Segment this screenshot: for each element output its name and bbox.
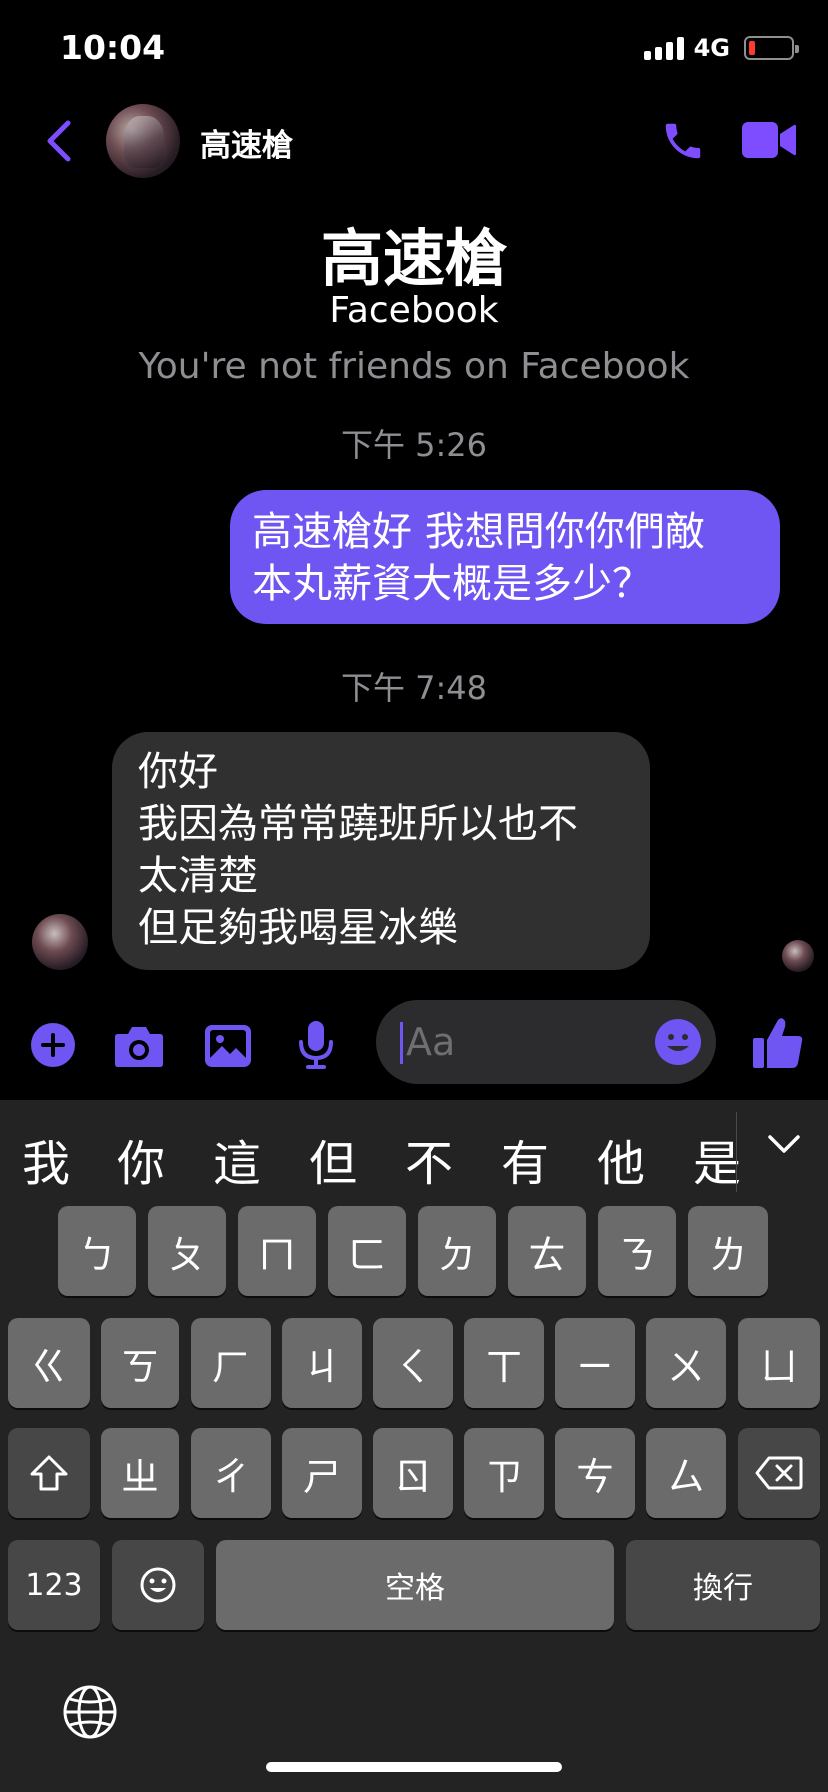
key[interactable]: ㄘ bbox=[555, 1428, 635, 1518]
image-icon[interactable] bbox=[204, 1024, 252, 1068]
candidate-word[interactable]: 我 bbox=[22, 1124, 70, 1194]
profile-name: 高速槍 bbox=[320, 222, 507, 295]
key[interactable]: ㄇ bbox=[238, 1206, 316, 1296]
key[interactable]: ㄗ bbox=[464, 1428, 544, 1518]
video-camera-icon[interactable] bbox=[742, 120, 796, 160]
avatar[interactable] bbox=[106, 104, 180, 178]
key[interactable]: ㄋ bbox=[598, 1206, 676, 1296]
candidate-word[interactable]: 你 bbox=[117, 1124, 165, 1194]
phone-icon[interactable] bbox=[660, 116, 706, 166]
key[interactable]: ㄌ bbox=[688, 1206, 768, 1296]
message-input-field[interactable] bbox=[376, 1000, 716, 1084]
incoming-message-bubble[interactable]: 你好 我因為常常蹺班所以也不 太清楚 但足夠我喝星冰樂 bbox=[112, 732, 650, 970]
message-composer bbox=[0, 996, 828, 1096]
sender-avatar[interactable] bbox=[32, 914, 88, 970]
shift-key[interactable] bbox=[8, 1428, 90, 1518]
emoji-keyboard-key[interactable] bbox=[112, 1540, 204, 1630]
message-line: 本丸薪資大概是多少？ bbox=[252, 561, 652, 607]
candidate-bar: 我 你 這 但 不 有 他 是 bbox=[0, 1100, 828, 1200]
message-line: 但足夠我喝星冰樂 bbox=[138, 905, 458, 951]
text-caret bbox=[400, 1022, 403, 1064]
conversation-header: 高速槍 bbox=[0, 96, 828, 186]
chevron-left-icon[interactable] bbox=[40, 118, 80, 164]
contact-name[interactable]: 高速槍 bbox=[200, 120, 293, 165]
key[interactable]: ㄊ bbox=[508, 1206, 586, 1296]
key[interactable]: ㄎ bbox=[101, 1318, 179, 1408]
candidate-word[interactable]: 他 bbox=[597, 1124, 645, 1194]
message-timestamp: 下午 5:26 bbox=[340, 426, 488, 464]
key[interactable]: ㄍ bbox=[8, 1318, 90, 1408]
candidate-divider bbox=[736, 1112, 737, 1192]
profile-platform: Facebook bbox=[329, 290, 499, 331]
battery-level bbox=[749, 41, 755, 55]
plus-icon[interactable] bbox=[30, 1022, 76, 1068]
key[interactable]: ㄩ bbox=[738, 1318, 820, 1408]
battery-icon bbox=[744, 36, 799, 60]
message-input[interactable] bbox=[406, 1014, 646, 1070]
status-bar: 10:04 4G bbox=[0, 0, 828, 96]
key[interactable]: ㄈ bbox=[328, 1206, 406, 1296]
signal-icon bbox=[643, 36, 684, 60]
key[interactable]: ㄕ bbox=[282, 1428, 362, 1518]
space-key[interactable]: 空格 bbox=[216, 1540, 614, 1630]
candidate-word[interactable]: 但 bbox=[309, 1124, 357, 1194]
key[interactable]: ㄏ bbox=[191, 1318, 271, 1408]
home-indicator[interactable] bbox=[266, 1762, 562, 1772]
candidate-word[interactable]: 有 bbox=[501, 1124, 549, 1194]
thumbs-up-icon[interactable] bbox=[752, 1016, 804, 1070]
status-time: 10:04 bbox=[60, 28, 166, 67]
key[interactable]: ㄆ bbox=[148, 1206, 226, 1296]
backspace-key[interactable] bbox=[738, 1428, 820, 1518]
read-receipt-avatar bbox=[782, 940, 814, 972]
return-key[interactable]: 換行 bbox=[626, 1540, 820, 1630]
microphone-icon[interactable] bbox=[296, 1020, 336, 1070]
chevron-down-icon[interactable] bbox=[766, 1132, 802, 1156]
key[interactable]: ㄐ bbox=[282, 1318, 362, 1408]
candidate-word[interactable]: 是 bbox=[693, 1124, 741, 1194]
shift-icon bbox=[30, 1455, 68, 1491]
message-line: 高速槍好 我想問你你們敵 bbox=[252, 509, 705, 555]
backspace-icon bbox=[755, 1456, 803, 1490]
friendship-note: You're not friends on Facebook bbox=[138, 346, 690, 387]
key[interactable]: ㄓ bbox=[101, 1428, 179, 1518]
network-type: 4G bbox=[693, 34, 730, 62]
candidate-word[interactable]: 不 bbox=[405, 1124, 453, 1194]
key[interactable]: ㄑ bbox=[373, 1318, 453, 1408]
zhuyin-keyboard: 我 你 這 但 不 有 他 是 ㄅ ㄆ ㄇ ㄈ ㄉ ㄊ ㄋ ㄌ ㄍ ㄎ ㄏ ㄐ … bbox=[0, 1100, 828, 1792]
key[interactable]: ㄅ bbox=[58, 1206, 136, 1296]
key[interactable]: ㄨ bbox=[646, 1318, 726, 1408]
emoji-icon[interactable] bbox=[654, 1018, 702, 1066]
message-line: 你好 bbox=[138, 749, 218, 795]
status-indicators: 4G bbox=[643, 34, 799, 62]
key[interactable]: ㄉ bbox=[418, 1206, 496, 1296]
message-line: 太清楚 bbox=[138, 853, 258, 899]
emoji-icon bbox=[140, 1567, 176, 1603]
key[interactable]: ㄔ bbox=[191, 1428, 271, 1518]
numbers-key[interactable]: 123 bbox=[8, 1540, 100, 1630]
candidate-word[interactable]: 這 bbox=[213, 1124, 261, 1194]
key[interactable]: ㄙ bbox=[646, 1428, 726, 1518]
camera-icon[interactable] bbox=[114, 1024, 164, 1068]
message-timestamp: 下午 7:48 bbox=[340, 669, 488, 707]
key[interactable]: ㄖ bbox=[373, 1428, 453, 1518]
key[interactable]: ㄒ bbox=[464, 1318, 544, 1408]
key[interactable]: ㄧ bbox=[555, 1318, 635, 1408]
message-line: 我因為常常蹺班所以也不 bbox=[138, 801, 578, 847]
outgoing-message-bubble[interactable]: 高速槍好 我想問你你們敵 本丸薪資大概是多少？ bbox=[230, 490, 780, 624]
globe-icon[interactable] bbox=[62, 1684, 118, 1740]
